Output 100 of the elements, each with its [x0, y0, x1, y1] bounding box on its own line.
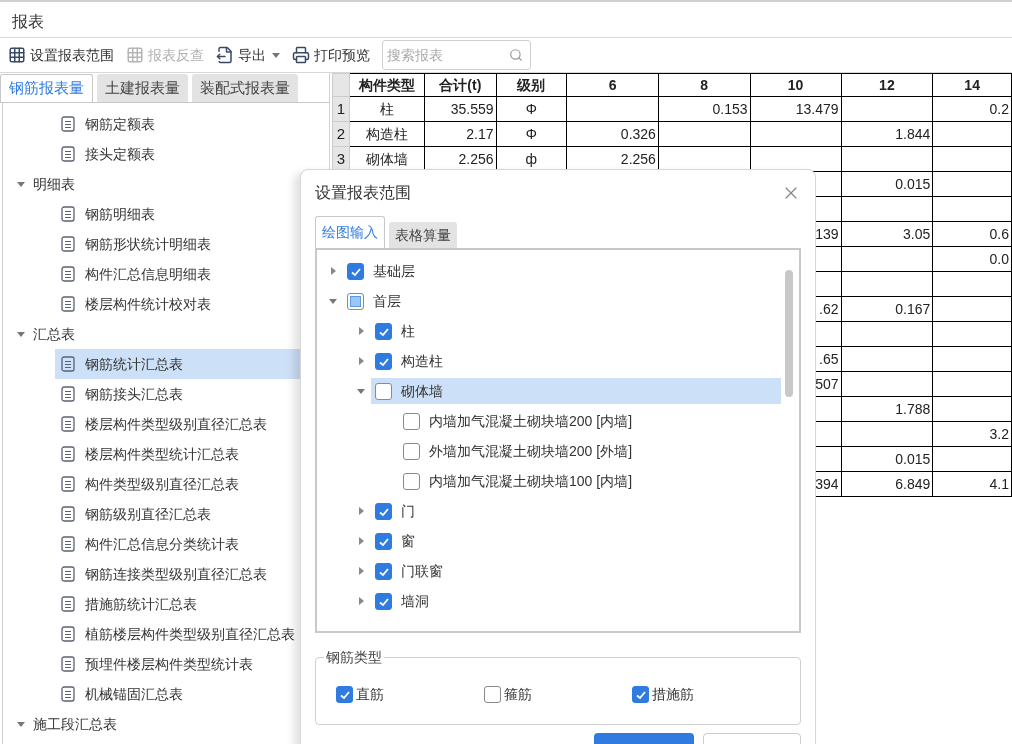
- caret-icon[interactable]: [357, 537, 365, 545]
- report-item[interactable]: 楼层构件统计校对表: [55, 289, 301, 319]
- document-icon: [61, 686, 75, 702]
- tree-row[interactable]: 内墙加气混凝土砌块墙200 [内墙]: [399, 408, 781, 434]
- caret-icon[interactable]: [17, 180, 25, 188]
- caret-icon[interactable]: [357, 327, 365, 335]
- table-cell: 2.256: [458, 150, 494, 167]
- report-item[interactable]: 接头定额表: [55, 139, 301, 169]
- report-item[interactable]: 措施筋统计汇总表: [55, 589, 301, 619]
- document-icon: [61, 626, 75, 642]
- tab[interactable]: 装配式报表量: [192, 74, 298, 102]
- tree-row[interactable]: 首层: [343, 288, 781, 314]
- tab[interactable]: 钢筋报表量: [0, 74, 93, 102]
- table-cell: 2.256: [620, 150, 656, 167]
- tree-row[interactable]: 外墙加气混凝土砌块墙200 [外墙]: [399, 438, 781, 464]
- tree-row[interactable]: 门: [371, 498, 781, 524]
- checkbox[interactable]: [347, 262, 364, 280]
- tree-row[interactable]: 门联窗: [371, 558, 781, 584]
- caret-icon[interactable]: [357, 357, 365, 365]
- toolbar-button[interactable]: 打印预览: [292, 44, 370, 66]
- checkbox[interactable]: [375, 532, 392, 550]
- table-cell: 砌体墙: [365, 150, 408, 167]
- tab[interactable]: 土建报表量: [97, 74, 188, 102]
- table-cell: 139: [815, 225, 839, 242]
- checkbox[interactable]: [375, 322, 392, 340]
- table-cell: 0.153: [712, 100, 748, 117]
- report-item[interactable]: 楼层构件类型统计汇总表: [55, 439, 301, 469]
- checkbox[interactable]: [403, 472, 420, 490]
- caret-icon[interactable]: [357, 597, 365, 605]
- tree-row[interactable]: 基础层: [343, 258, 781, 284]
- checkbox[interactable]: [375, 382, 392, 400]
- table-cell: 13.479: [795, 100, 839, 117]
- checkbox[interactable]: [403, 412, 420, 430]
- report-item[interactable]: 钢筋定额表: [55, 109, 301, 139]
- report-item[interactable]: 钢筋接头汇总表: [55, 379, 301, 409]
- scrollbar-thumb[interactable]: [785, 270, 793, 397]
- checkbox-label[interactable]: 措施筋: [652, 684, 694, 705]
- tab[interactable]: 表格算量: [389, 222, 457, 248]
- table-cell: 507: [815, 375, 839, 392]
- tree-row[interactable]: 柱: [371, 318, 781, 344]
- table-cell: 1.788: [895, 400, 931, 417]
- checkbox-label[interactable]: 直筋: [356, 684, 384, 705]
- report-item[interactable]: 机械锚固汇总表: [55, 679, 301, 709]
- toolbar-button[interactable]: 导出: [216, 44, 266, 66]
- table-cell: 6.849: [895, 475, 931, 492]
- caret-icon[interactable]: [357, 507, 365, 515]
- checkbox[interactable]: [484, 686, 501, 703]
- report-item[interactable]: 构件汇总信息明细表: [55, 259, 301, 289]
- group-title: 钢筋类型: [325, 648, 383, 667]
- report-item[interactable]: 钢筋形状统计明细表: [55, 229, 301, 259]
- tree-row[interactable]: 构造柱: [371, 348, 781, 374]
- column-header: 14: [932, 73, 1012, 97]
- search-field[interactable]: 搜索报表: [382, 40, 531, 70]
- caret-icon[interactable]: [272, 51, 280, 59]
- column-header: 构件类型: [349, 73, 425, 97]
- report-item[interactable]: 钢筋级别直径汇总表: [55, 499, 301, 529]
- tree-row[interactable]: 砌体墙: [371, 378, 781, 404]
- tree-group-label[interactable]: 明细表: [33, 173, 75, 195]
- table-cell: 2.17: [466, 125, 494, 142]
- table-cell: 3.2: [989, 425, 1009, 442]
- table-cell: 394: [815, 475, 839, 492]
- caret-icon[interactable]: [329, 297, 337, 305]
- report-item[interactable]: 钢筋统计汇总表: [55, 349, 301, 379]
- report-item[interactable]: 预埋件楼层构件类型统计表: [55, 649, 301, 679]
- checkbox[interactable]: [336, 686, 353, 703]
- toolbar-button[interactable]: 设置报表范围: [8, 44, 114, 66]
- checkbox[interactable]: [375, 562, 392, 580]
- tree-row[interactable]: 内墙加气混凝土砌块墙100 [内墙]: [399, 468, 781, 494]
- checkbox[interactable]: [375, 352, 392, 370]
- column-header: 6: [566, 73, 659, 97]
- tree-row[interactable]: 墙洞: [371, 588, 781, 614]
- dialog-title: 设置报表范围: [315, 183, 411, 203]
- checkbox[interactable]: [632, 686, 649, 703]
- caret-icon[interactable]: [329, 267, 337, 275]
- checkbox[interactable]: [375, 502, 392, 520]
- check-icon: [339, 689, 351, 701]
- row-number: 3: [336, 149, 346, 167]
- table-cell: 柱: [379, 100, 394, 117]
- tree-group-label[interactable]: 施工段汇总表: [33, 713, 117, 735]
- caret-icon[interactable]: [17, 330, 25, 338]
- report-item[interactable]: 植筋楼层构件类型级别直径汇总表: [55, 619, 301, 649]
- tree-group-label[interactable]: 汇总表: [33, 323, 75, 345]
- checkbox[interactable]: [375, 592, 392, 610]
- caret-icon[interactable]: [17, 720, 25, 728]
- caret-icon[interactable]: [357, 567, 365, 575]
- tab[interactable]: 绘图输入: [315, 216, 385, 248]
- report-item[interactable]: 构件汇总信息分类统计表: [55, 529, 301, 559]
- table-cell: 0.0: [989, 250, 1009, 267]
- document-icon: [61, 656, 75, 672]
- checkbox[interactable]: [403, 442, 420, 460]
- document-icon: [61, 506, 75, 522]
- table-cell: 0.2: [989, 100, 1009, 117]
- tree-row[interactable]: 窗: [371, 528, 781, 554]
- report-item[interactable]: 钢筋明细表: [55, 199, 301, 229]
- checkbox-label[interactable]: 箍筋: [504, 684, 532, 705]
- report-item[interactable]: 构件类型级别直径汇总表: [55, 469, 301, 499]
- report-item[interactable]: 钢筋连接类型级别直径汇总表: [55, 559, 301, 589]
- report-item[interactable]: 楼层构件类型级别直径汇总表: [55, 409, 301, 439]
- printer-icon: [292, 46, 310, 64]
- caret-icon[interactable]: [357, 387, 365, 395]
